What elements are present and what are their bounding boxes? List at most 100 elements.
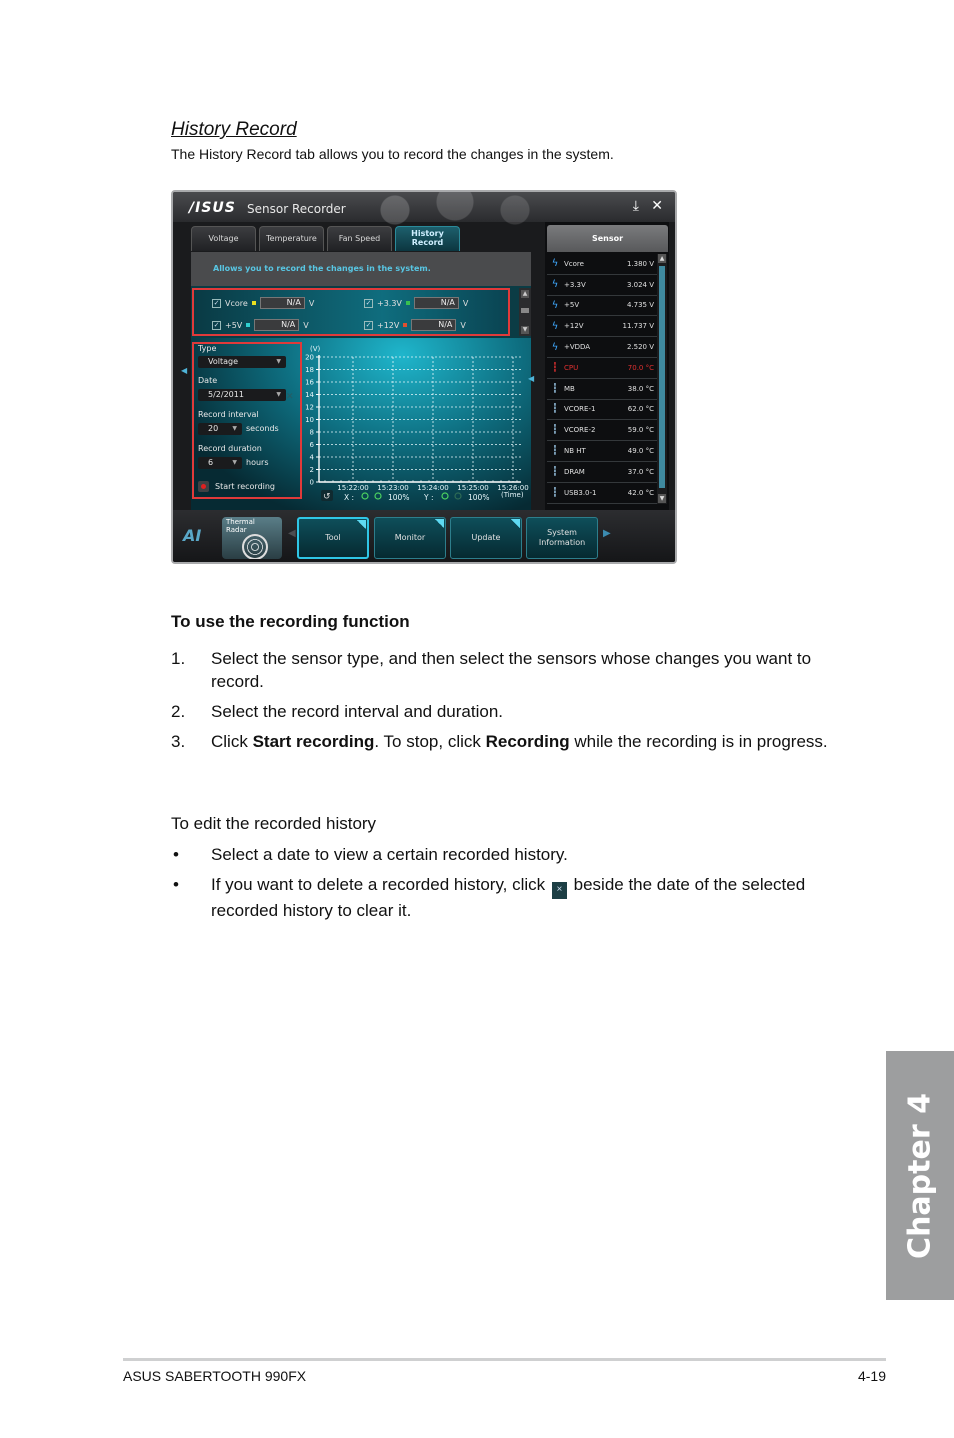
sensor-name: DRAM [564, 467, 585, 476]
thermometer-icon: ┇ [552, 487, 558, 498]
sensor-name: VCORE-2 [564, 426, 596, 435]
sensor-list: ϟ Vcore 1.380 V ϟ +3.3V 3.024 V ϟ +5V 4.735 V ϟ +1… [547, 254, 657, 504]
sensor-row[interactable]: ┇ CPU 70.0 °C [547, 358, 657, 379]
sensor-value: 70.0 °C [627, 363, 654, 372]
x-zoom-in-icon[interactable] [361, 492, 369, 500]
bolt-icon: ϟ [551, 320, 559, 332]
start-recording-term: Start recording [252, 732, 375, 751]
thermometer-icon: ┇ [552, 404, 558, 415]
sensor-row[interactable]: ┇ MB 38.0 °C [547, 379, 657, 400]
duration-dropdown[interactable]: 6 ▼ [198, 457, 242, 469]
sensor-row[interactable]: ┇ NB HT 49.0 °C [547, 441, 657, 462]
start-recording-button[interactable]: Start recording [198, 481, 275, 492]
checkbox-checked-icon[interactable]: ✓ [364, 320, 373, 330]
y-tick-label: 12 [305, 404, 314, 412]
sensor-row[interactable]: ϟ Vcore 1.380 V [547, 254, 657, 275]
interval-dropdown[interactable]: 20 ▼ [198, 423, 242, 435]
collapse-left-arrow-icon[interactable]: ◀ [181, 366, 187, 375]
sensor-option-5v[interactable]: ✓ +5V N/A V [212, 319, 309, 331]
y-tick-label: 6 [310, 441, 315, 449]
scroll-thumb[interactable] [521, 308, 529, 313]
ai-suite-logo: AI [183, 526, 202, 545]
checkbox-checked-icon[interactable]: ✓ [364, 298, 373, 308]
thermometer-icon: ┇ [552, 383, 558, 394]
sensor-row[interactable]: ϟ +VDDA 2.520 V [547, 337, 657, 358]
sensor-row[interactable]: ┇ VCORE-1 62.0 °C [547, 400, 657, 421]
scroll-up-icon[interactable]: ▲ [658, 254, 666, 263]
close-icon[interactable]: ✕ [651, 198, 663, 214]
step-number: 1. [171, 649, 186, 668]
sensor-row[interactable]: ϟ +12V 11.737 V [547, 316, 657, 338]
delete-x-icon: × [551, 882, 567, 899]
sensor-option-vcore[interactable]: ✓ Vcore N/A V [212, 297, 314, 309]
sensor-value: 62.0 °C [627, 405, 654, 414]
title-bar: /ISUS Sensor Recorder ⤓ ✕ [173, 192, 675, 226]
sensor-row[interactable]: ϟ +5V 4.735 V [547, 296, 657, 317]
tab-temperature[interactable]: Temperature [259, 226, 324, 251]
tab-voltage[interactable]: Voltage [191, 226, 256, 251]
legend-color-swatch [251, 301, 256, 305]
checkbox-checked-icon[interactable]: ✓ [212, 320, 221, 330]
nav-next-arrow-icon[interactable]: ▶ [603, 528, 611, 539]
bullet-marker: • [173, 845, 179, 864]
thermal-radar-button[interactable]: Thermal Radar [222, 517, 282, 559]
nav-monitor-label: Monitor [394, 533, 426, 542]
y-zoom-out-icon[interactable] [454, 492, 462, 500]
y-tick-label: 20 [305, 354, 314, 362]
date-dropdown[interactable]: 5/2/2011 ▼ [198, 389, 286, 401]
nav-update-button[interactable]: Update [450, 517, 522, 559]
scroll-down-icon[interactable]: ▼ [521, 326, 529, 334]
date-value: 5/2/2011 [208, 390, 244, 399]
legend-color-swatch [403, 323, 408, 327]
options-scrollbar[interactable]: ▲ ▼ [519, 288, 531, 336]
sensor-value: 37.0 °C [627, 467, 654, 476]
sensor-row[interactable]: ┇ VCORE-2 59.0 °C [547, 420, 657, 442]
sensor-row[interactable]: ┇ DRAM 37.0 °C [547, 462, 657, 483]
sensor-option-12v[interactable]: ✓ +12V N/A V [364, 319, 466, 331]
unit-label: V [308, 298, 315, 308]
text-run: . To stop, click [374, 732, 486, 751]
minimize-icon[interactable]: ⤓ [633, 198, 639, 214]
bullet-text: Select a date to view a certain recorded… [211, 845, 568, 864]
undo-icon[interactable]: ↺ [323, 492, 331, 502]
x-axis-label: (Time) [501, 491, 524, 499]
sensor-value: 49.0 °C [627, 447, 654, 456]
scroll-thumb[interactable] [659, 266, 665, 488]
sensor-name: USB3.0-1 [564, 488, 597, 497]
type-value: Voltage [208, 357, 239, 366]
corner-flag-icon [511, 519, 520, 528]
bolt-icon: ϟ [551, 279, 559, 291]
nav-tool-button[interactable]: Tool [297, 517, 369, 559]
nav-prev-arrow-icon[interactable]: ◀ [288, 528, 296, 539]
sensor-option-3v3[interactable]: ✓ +3.3V N/A V [364, 297, 468, 309]
bullet-text: If you want to delete a recorded history… [211, 873, 841, 922]
interval-label: Record interval [198, 410, 259, 419]
app-title: Sensor Recorder [247, 202, 346, 216]
nav-monitor-button[interactable]: Monitor [374, 517, 446, 559]
tab-fan-speed[interactable]: Fan Speed [327, 226, 392, 251]
scroll-down-icon[interactable]: ▼ [658, 494, 666, 503]
legend-color-swatch [405, 301, 410, 305]
sensor-option-value: N/A [411, 319, 457, 331]
type-dropdown[interactable]: Voltage ▼ [198, 356, 286, 368]
sensor-scrollbar[interactable]: ▲ ▼ [657, 254, 667, 504]
sensor-row[interactable]: ┇ USB3.0-1 42.0 °C [547, 483, 657, 504]
x-zoom-out-icon[interactable] [374, 492, 382, 500]
y-tick-label: 14 [305, 391, 314, 399]
tab-history-record[interactable]: History Record [395, 226, 460, 251]
y-tick-label: 2 [310, 466, 314, 474]
sensor-option-label: +3.3V [377, 298, 402, 308]
scroll-up-icon[interactable]: ▲ [521, 290, 529, 298]
chevron-down-icon: ▼ [276, 358, 281, 365]
sensor-option-label: Vcore [225, 298, 248, 308]
delete-history-icon[interactable]: ✕ [286, 392, 294, 402]
y-zoom-in-icon[interactable] [441, 492, 449, 500]
x-zoom-value: 100% [388, 493, 409, 502]
footer-divider [123, 1358, 886, 1361]
nav-system-information-button[interactable]: System Information [526, 517, 598, 559]
info-bar: Allows you to record the changes in the … [191, 252, 531, 286]
recording-term: Recording [485, 732, 570, 751]
sensor-row[interactable]: ϟ +3.3V 3.024 V [547, 275, 657, 296]
sensor-value: 59.0 °C [627, 426, 654, 435]
checkbox-checked-icon[interactable]: ✓ [212, 298, 221, 308]
